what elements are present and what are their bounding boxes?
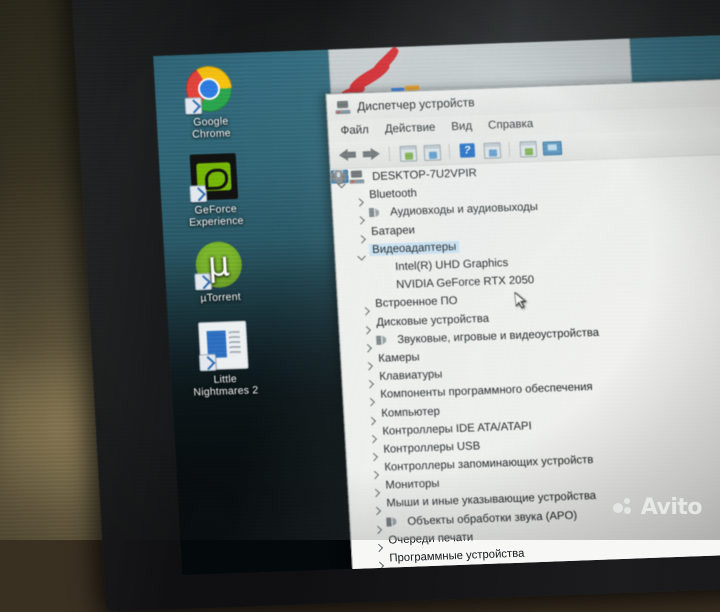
utorrent-icon [195, 241, 244, 289]
speaker-icon [374, 333, 390, 348]
properties-icon [399, 145, 417, 162]
speaker-icon [367, 206, 383, 221]
scan-hardware-button[interactable] [481, 140, 501, 159]
menu-item-help[interactable]: Справка [488, 118, 534, 132]
computer-icon [335, 100, 351, 114]
monitor-icon [542, 141, 562, 156]
desktop-icon-utorrent[interactable]: µTorrent [172, 240, 267, 305]
desktop-icon-geforce-experience[interactable]: GeForce Experience [167, 152, 263, 229]
tree-node-label: NVIDIA GeForce RTX 2050 [393, 274, 538, 291]
update-driver-button[interactable] [421, 142, 441, 161]
laptop-bezel: Google Chrome GeForce Experience µTorren… [70, 0, 720, 612]
arrow-left-icon [339, 149, 349, 161]
tree-node-label: Видеоадаптеры [369, 241, 460, 256]
tree-node-label: DESKTOP-7U2VPIR [369, 167, 480, 183]
shortcut-arrow-icon [184, 97, 202, 115]
toolbar-separator [448, 144, 450, 159]
laptop-screen: Google Chrome GeForce Experience µTorren… [153, 34, 720, 575]
uninstall-device-button[interactable] [517, 139, 537, 158]
menu-item-view[interactable]: Вид [451, 120, 472, 133]
help-question-icon: ? [459, 143, 475, 158]
help-button[interactable]: ? [457, 141, 477, 160]
properties-button[interactable] [397, 143, 417, 162]
computer-icon [349, 170, 365, 185]
tree-node-label: Клавиатуры [376, 369, 446, 384]
toolbar-separator [508, 141, 510, 156]
desktop-icon-google-chrome[interactable]: Google Chrome [162, 64, 258, 141]
tree-node-label: Дисковые устройства [373, 312, 492, 328]
generic-app-icon [198, 321, 249, 371]
audio-processing-icon [384, 515, 400, 530]
menu-item-action[interactable]: Действие [384, 122, 435, 136]
tree-node-label: Мониторы [382, 478, 443, 492]
tree-node-label: Программные устройства [386, 548, 527, 565]
software-device-icon [335, 170, 343, 182]
uninstall-device-icon [519, 141, 537, 158]
shortcut-arrow-icon [199, 354, 217, 372]
flare-shape [366, 46, 401, 81]
avito-dots-logo [613, 498, 634, 517]
desktop-icon-little-nightmares-2[interactable]: Little Nightmares 2 [176, 320, 272, 399]
watermark-text: Avito [641, 495, 702, 520]
shortcut-arrow-icon [194, 273, 212, 291]
tree-node-label: Батареи [368, 224, 418, 238]
tree-node-label: Очереди печати [385, 531, 476, 546]
update-driver-icon [423, 144, 441, 161]
mouse-cursor [514, 291, 528, 310]
nvidia-icon [190, 153, 239, 201]
arrow-right-icon [371, 148, 381, 160]
toolbar-separator [388, 146, 390, 161]
tree-node-label: Камеры [375, 351, 423, 365]
scan-hardware-icon [483, 142, 501, 159]
tree-node-label: Контроллеры USB [380, 440, 483, 456]
tree-node-label: Intel(R) UHD Graphics [392, 257, 512, 273]
tree-node-label: Встроенное ПО [372, 295, 461, 310]
menu-item-file[interactable]: Файл [340, 124, 369, 137]
tree-node-label: Компьютер [378, 405, 443, 419]
shortcut-arrow-icon [189, 185, 207, 203]
avito-watermark: Avito [613, 495, 702, 520]
forward-button[interactable] [361, 145, 381, 164]
window-title: Диспетчер устройств [357, 95, 475, 113]
tree-node-label: Bluetooth [366, 188, 420, 202]
chrome-icon [185, 65, 234, 113]
back-button[interactable] [337, 146, 357, 165]
show-devices-button[interactable] [541, 138, 561, 157]
